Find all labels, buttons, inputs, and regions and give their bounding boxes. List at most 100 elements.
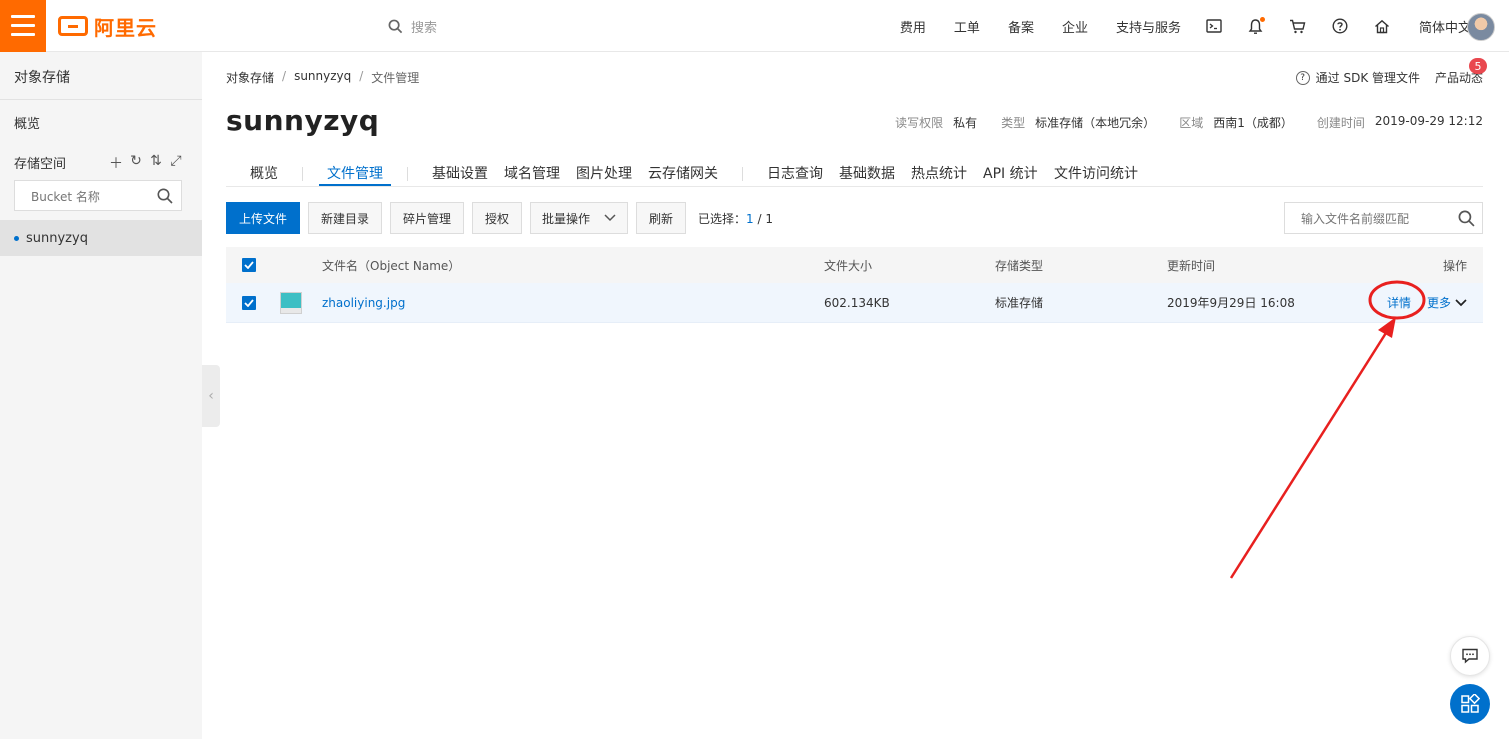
header-file-size: 文件大小 bbox=[824, 258, 873, 273]
sort-icon[interactable]: ⇅ bbox=[149, 153, 163, 173]
bucket-tabs: 概览 文件管理 基础设置 域名管理 图片处理 云存储网关 日志查询 基础数据 热… bbox=[226, 160, 1483, 187]
user-avatar[interactable] bbox=[1467, 13, 1495, 41]
global-search[interactable]: 搜索 bbox=[388, 17, 437, 36]
table-row[interactable]: zhaoliying.jpg 602.134KB 标准存储 2019年9月29日… bbox=[226, 283, 1483, 323]
tab-file-management[interactable]: 文件管理 bbox=[327, 163, 383, 183]
page-title: sunnyzyq bbox=[226, 104, 380, 137]
hamburger-menu-icon[interactable] bbox=[0, 0, 46, 52]
nav-tickets[interactable]: 工单 bbox=[954, 17, 980, 36]
add-icon[interactable]: ＋ bbox=[109, 153, 123, 173]
file-toolbar: 上传文件 新建目录 碎片管理 授权 批量操作 刷新 已选择：1 / 1 bbox=[226, 202, 1483, 235]
checkbox-checked-icon bbox=[242, 295, 256, 310]
meta-label-region: 区域 bbox=[1179, 116, 1204, 130]
breadcrumb-oss[interactable]: 对象存储 bbox=[226, 69, 274, 86]
tab-log-query[interactable]: 日志查询 bbox=[767, 163, 823, 183]
more-dropdown[interactable]: 更多 bbox=[1427, 283, 1467, 322]
header-operations: 操作 bbox=[1442, 258, 1467, 273]
meta-value-region: 西南1（成都） bbox=[1213, 116, 1293, 130]
sdk-link-label: 通过 SDK 管理文件 bbox=[1315, 71, 1420, 85]
aliyun-logo[interactable]: 阿里云 bbox=[58, 14, 157, 40]
header-file-name: 文件名（Object Name） bbox=[322, 258, 461, 273]
file-search bbox=[1284, 202, 1483, 235]
nav-support[interactable]: 支持与服务 bbox=[1116, 17, 1181, 36]
language-switch[interactable]: 简体中文 bbox=[1419, 17, 1471, 36]
top-bar: 阿里云 搜索 费用 工单 备案 企业 支持与服务 简体中文 bbox=[0, 0, 1509, 52]
fragment-management-button[interactable]: 碎片管理 bbox=[390, 202, 464, 234]
chat-icon bbox=[1462, 648, 1478, 664]
image-thumbnail bbox=[280, 291, 302, 314]
upload-file-button[interactable]: 上传文件 bbox=[226, 202, 300, 234]
help-icon[interactable] bbox=[1331, 17, 1349, 35]
checkbox-checked-icon bbox=[242, 258, 256, 272]
authorize-button[interactable]: 授权 bbox=[472, 202, 522, 234]
search-placeholder: 搜索 bbox=[411, 21, 438, 36]
refresh-icon[interactable]: ↻ bbox=[129, 153, 143, 173]
row-checkbox[interactable] bbox=[242, 283, 256, 322]
bucket-name: sunnyzyq bbox=[26, 230, 88, 246]
batch-operation-dropdown[interactable]: 批量操作 bbox=[530, 202, 628, 234]
tab-domain-management[interactable]: 域名管理 bbox=[504, 163, 560, 183]
sdk-link[interactable]: ? 通过 SDK 管理文件 bbox=[1295, 69, 1420, 86]
home-icon[interactable] bbox=[1373, 17, 1391, 35]
tab-file-access-stats[interactable]: 文件访问统计 bbox=[1054, 163, 1138, 183]
file-name-link[interactable]: zhaoliying.jpg bbox=[322, 283, 405, 322]
search-icon[interactable] bbox=[157, 188, 173, 204]
sidebar: 对象存储 概览 存储空间 ＋ ↻ ⇅ ⤢ sunnyzyq bbox=[0, 52, 202, 739]
tab-api-stats[interactable]: API 统计 bbox=[983, 163, 1038, 183]
apps-grid-icon bbox=[1461, 694, 1480, 713]
tab-basic-settings[interactable]: 基础设置 bbox=[432, 163, 488, 183]
tab-divider bbox=[407, 167, 408, 181]
tab-hotspot-stats[interactable]: 热点统计 bbox=[911, 163, 967, 183]
breadcrumb: 对象存储 / sunnyzyq / 文件管理 bbox=[226, 69, 419, 86]
selected-total: 1 bbox=[765, 212, 773, 226]
logo-text: 阿里云 bbox=[94, 15, 157, 40]
expand-icon[interactable]: ⤢ bbox=[169, 153, 183, 173]
meta-value-created: 2019-09-29 12:12 bbox=[1374, 114, 1483, 128]
breadcrumb-bucket[interactable]: sunnyzyq bbox=[294, 69, 351, 86]
terminal-icon[interactable] bbox=[1205, 17, 1223, 35]
nav-icp[interactable]: 备案 bbox=[1008, 17, 1034, 36]
notification-dot bbox=[1259, 17, 1265, 22]
sidebar-divider bbox=[0, 99, 202, 100]
tab-storage-gateway[interactable]: 云存储网关 bbox=[648, 163, 718, 183]
aliyun-logo-icon bbox=[58, 16, 88, 36]
new-directory-button[interactable]: 新建目录 bbox=[308, 202, 382, 234]
news-badge: 5 bbox=[1469, 58, 1487, 74]
apps-button[interactable] bbox=[1450, 684, 1490, 724]
meta-label-created: 创建时间 bbox=[1316, 116, 1365, 130]
bell-icon[interactable] bbox=[1247, 17, 1265, 35]
sidebar-bucket-item[interactable]: sunnyzyq bbox=[0, 220, 202, 256]
chevron-down-icon bbox=[604, 214, 616, 222]
meta-label-type: 类型 bbox=[1001, 116, 1026, 130]
breadcrumb-current: 文件管理 bbox=[371, 71, 420, 85]
meta-value-type: 标准存储（本地冗余） bbox=[1035, 116, 1156, 130]
file-prefix-search-input[interactable] bbox=[1285, 203, 1463, 235]
bucket-search-input[interactable] bbox=[15, 181, 163, 212]
refresh-button[interactable]: 刷新 bbox=[636, 202, 686, 234]
nav-enterprise[interactable]: 企业 bbox=[1062, 17, 1088, 36]
chat-feedback-button[interactable] bbox=[1450, 636, 1490, 676]
bucket-search bbox=[14, 180, 182, 212]
breadcrumb-separator: / bbox=[282, 69, 287, 83]
select-all-checkbox[interactable] bbox=[242, 247, 256, 283]
file-size: 602.134KB bbox=[824, 295, 890, 310]
batch-operation-label: 批量操作 bbox=[541, 211, 590, 226]
file-table-header: 文件名（Object Name） 文件大小 存储类型 更新时间 操作 bbox=[226, 247, 1483, 283]
detail-link[interactable]: 详情 bbox=[1387, 283, 1411, 322]
selection-count: 已选择：1 / 1 bbox=[698, 210, 773, 227]
bucket-tools: ＋ ↻ ⇅ ⤢ bbox=[109, 153, 183, 173]
active-tab-underline bbox=[319, 184, 391, 186]
bucket-meta: 读写权限 私有 类型 标准存储（本地冗余） 区域 西南1（成都） 创建时间 20… bbox=[895, 114, 1483, 131]
top-nav: 费用 工单 备案 企业 支持与服务 简体中文 bbox=[872, 0, 1471, 52]
tab-basic-data[interactable]: 基础数据 bbox=[839, 163, 895, 183]
meta-label-acl: 读写权限 bbox=[895, 116, 944, 130]
sidebar-collapse-chevron-left-icon[interactable]: ‹ bbox=[202, 365, 220, 427]
cart-icon[interactable] bbox=[1289, 17, 1307, 35]
search-icon[interactable] bbox=[1458, 210, 1475, 227]
tab-image-processing[interactable]: 图片处理 bbox=[576, 163, 632, 183]
sidebar-item-overview[interactable]: 概览 bbox=[14, 113, 40, 132]
more-label: 更多 bbox=[1427, 296, 1452, 310]
chevron-down-icon bbox=[1455, 298, 1467, 306]
nav-billing[interactable]: 费用 bbox=[900, 17, 926, 36]
tab-overview[interactable]: 概览 bbox=[250, 163, 278, 183]
